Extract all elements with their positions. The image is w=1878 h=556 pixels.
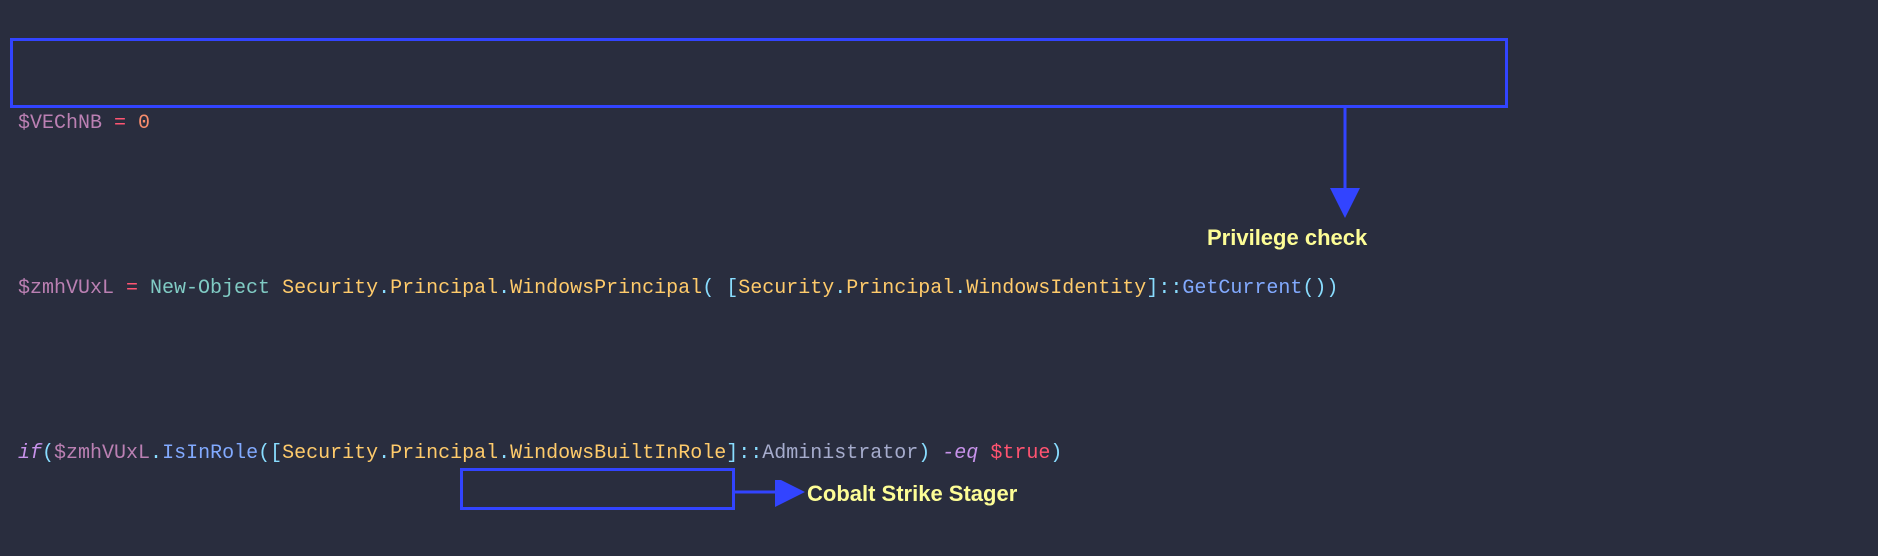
annotation-privilege-check: Privilege check bbox=[1207, 220, 1367, 256]
number-literal: 0 bbox=[138, 112, 150, 135]
keyword-if: if bbox=[18, 442, 42, 465]
assign-op: = bbox=[102, 112, 138, 135]
code-line: $VEChNB = 0 bbox=[18, 107, 1878, 140]
operator-eq: -eq bbox=[942, 442, 978, 465]
code-line: if($zmhVUxL.IsInRole([Security.Principal… bbox=[18, 437, 1878, 470]
code-screenshot: $VEChNB = 0 $zmhVUxL = New-Object Securi… bbox=[0, 0, 1878, 556]
variable: $VEChNB bbox=[18, 112, 102, 135]
cmdlet: New-Object bbox=[150, 277, 270, 300]
boolean-true: $true bbox=[990, 442, 1050, 465]
code-line: $zmhVUxL = New-Object Security.Principal… bbox=[18, 272, 1878, 305]
code-block: $VEChNB = 0 $zmhVUxL = New-Object Securi… bbox=[18, 8, 1878, 556]
annotation-cobalt-strike: Cobalt Strike Stager bbox=[807, 476, 1017, 512]
variable: $zmhVUxL bbox=[18, 277, 114, 300]
member-call: GetCurrent bbox=[1182, 277, 1302, 300]
assign-op: = bbox=[114, 277, 150, 300]
type-name: Security bbox=[282, 277, 378, 300]
